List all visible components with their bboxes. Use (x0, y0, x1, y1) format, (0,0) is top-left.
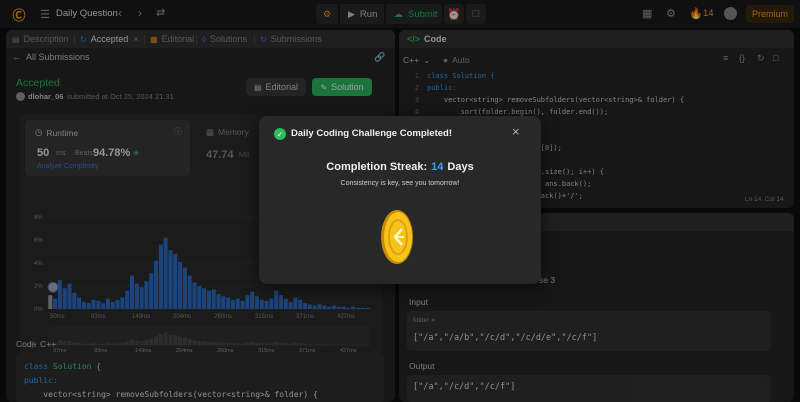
challenge-completed-dialog: ✓ Daily Coding Challenge Completed! × Co… (259, 116, 541, 284)
dialog-subtitle: Consistency is key, see you tomorrow! (340, 180, 460, 187)
coin-icon (381, 210, 413, 264)
dialog-title: Daily Coding Challenge Completed! (291, 128, 452, 139)
completion-streak: Completion Streak: 14 Days (259, 161, 541, 173)
streak-number: 14 (431, 161, 444, 173)
streak-label: Completion Streak: (326, 161, 428, 173)
streak-unit: Days (447, 161, 474, 173)
check-circle-icon: ✓ (274, 128, 286, 140)
close-icon[interactable]: × (512, 124, 520, 139)
